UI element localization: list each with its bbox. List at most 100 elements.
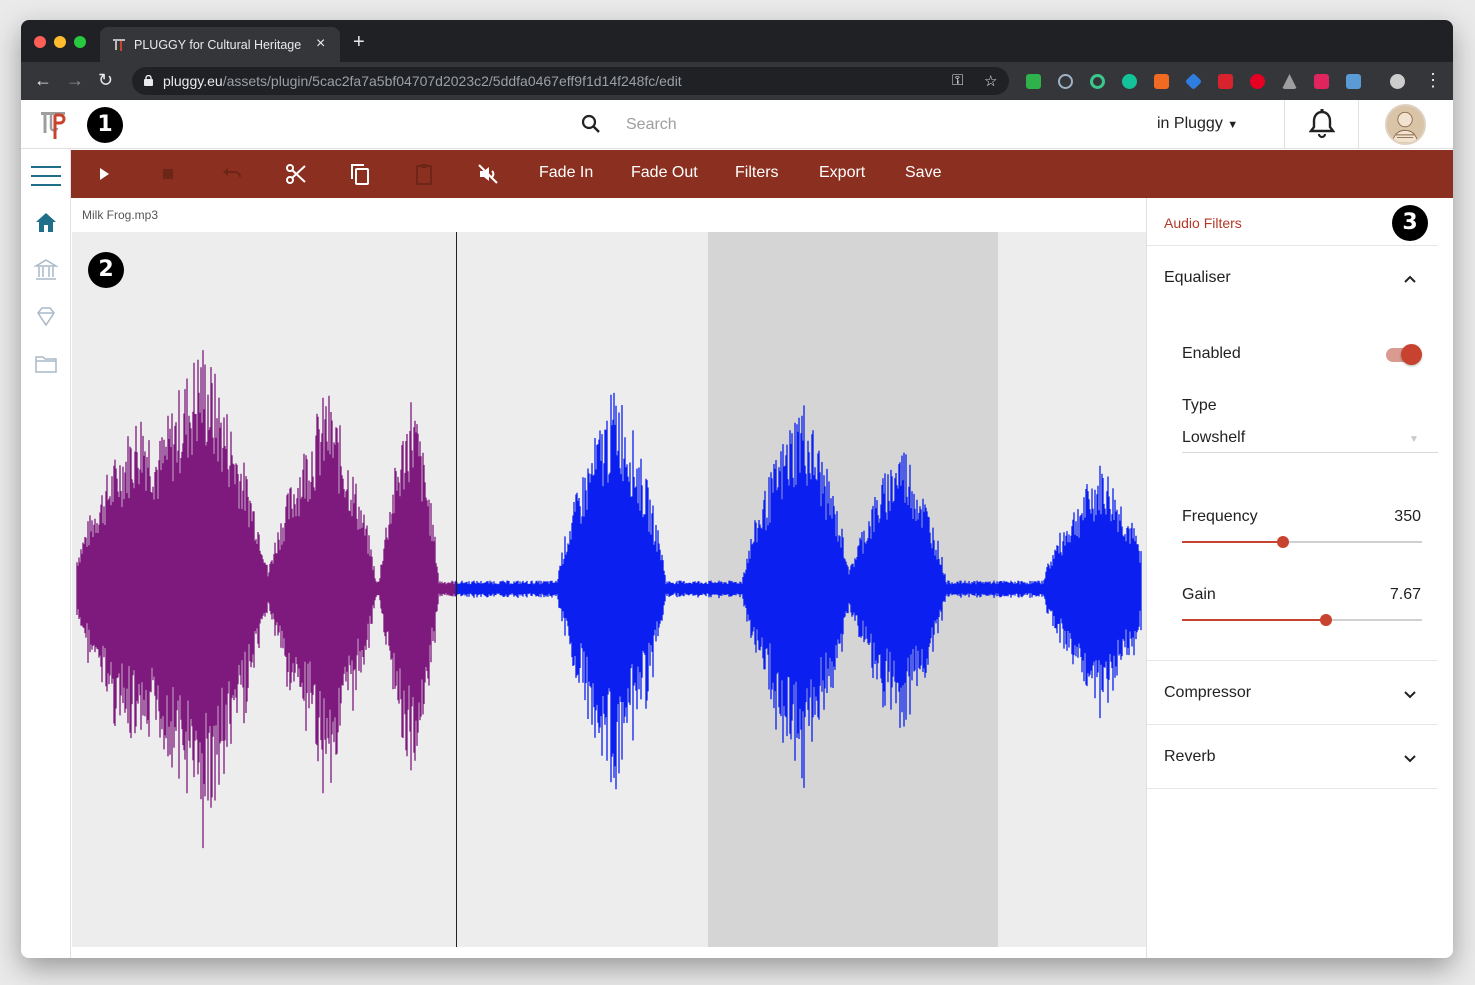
app-header: 1 in Pluggy ▼	[21, 100, 1453, 149]
audio-filters-panel: Audio Filters 3 Equaliser Enabled Type L…	[1146, 198, 1438, 958]
select-caret-icon[interactable]: ▼	[1409, 434, 1419, 445]
chevron-down-icon[interactable]	[1402, 686, 1418, 702]
fade-in-button[interactable]: Fade In	[539, 164, 593, 182]
docs-extension-icon[interactable]	[1346, 74, 1361, 89]
waveform-played-portion	[76, 350, 456, 849]
audio-filters-title: Audio Filters	[1164, 215, 1242, 231]
header-divider	[1358, 100, 1359, 149]
user-avatar[interactable]	[1385, 104, 1426, 145]
url-bar[interactable]: pluggy.eu/assets/plugin/5cac2fa7a5bf0470…	[132, 67, 1009, 95]
gain-slider-thumb[interactable]	[1320, 614, 1332, 626]
sc-extension-icon[interactable]	[1154, 74, 1169, 89]
url-domain: pluggy.eu	[163, 73, 223, 89]
waveform-unplayed-portion	[455, 392, 1142, 790]
export-button[interactable]: Export	[819, 164, 865, 182]
address-toolbar: ← → ↻ pluggy.eu/assets/plugin/5cac2fa7a5…	[21, 62, 1453, 100]
gain-value: 7.67	[1389, 586, 1421, 603]
forward-arrow-icon[interactable]: →	[66, 70, 84, 90]
callout-marker-1: 1	[87, 107, 123, 143]
gain-label: Gain	[1182, 586, 1216, 603]
copy-icon[interactable]	[348, 162, 372, 186]
audio-file-name: Milk Frog.mp3	[82, 208, 159, 222]
editor-footer	[72, 947, 1146, 958]
notification-bell-icon[interactable]	[1309, 109, 1335, 139]
frequency-slider-fill	[1182, 541, 1283, 543]
playback-cursor[interactable]	[456, 232, 457, 947]
frequency-slider-thumb[interactable]	[1276, 536, 1289, 548]
mute-speaker-icon[interactable]	[476, 162, 500, 186]
tab-strip: PLUGGY for Cultural Heritage × +	[21, 20, 1453, 62]
equaliser-header[interactable]: Equaliser	[1164, 269, 1231, 287]
callout-marker-3: 3	[1392, 205, 1428, 241]
search-icon[interactable]	[581, 114, 601, 134]
callout-marker-2: 2	[88, 252, 124, 288]
pluggy-favicon-icon	[113, 39, 125, 51]
gain-slider-fill	[1182, 619, 1326, 621]
lock-icon	[144, 75, 153, 86]
chevron-down-icon[interactable]	[1402, 750, 1418, 766]
diamond-icon[interactable]	[33, 304, 59, 330]
more-menu-icon[interactable]: ⋮	[1424, 70, 1442, 90]
chevron-up-icon[interactable]	[1402, 271, 1418, 287]
frequency-label: Frequency	[1182, 508, 1258, 525]
museum-icon[interactable]	[33, 257, 59, 283]
bookmark-star-icon[interactable]: ☆	[984, 72, 997, 90]
key-icon[interactable]: ⚿	[952, 72, 963, 89]
reload-icon[interactable]: ↻	[98, 70, 113, 90]
stop-icon[interactable]	[156, 162, 180, 186]
enabled-toggle[interactable]	[1401, 344, 1422, 365]
frequency-slider[interactable]	[1182, 536, 1422, 548]
react-devtools-extension-icon[interactable]	[1058, 74, 1073, 89]
drive-extension-icon[interactable]	[1282, 74, 1297, 89]
folder-icon[interactable]	[33, 351, 59, 377]
undo-icon[interactable]	[220, 162, 244, 186]
caret-down-icon: ▼	[1227, 119, 1239, 131]
evernote-extension-icon[interactable]	[1026, 74, 1041, 89]
fade-out-button[interactable]: Fade Out	[631, 164, 698, 182]
paste-clipboard-icon[interactable]	[412, 162, 436, 186]
profile-icon[interactable]	[1390, 74, 1405, 89]
type-select[interactable]: Lowshelf	[1182, 429, 1245, 447]
browser-window: PLUGGY for Cultural Heritage × + ← → ↻ p…	[21, 20, 1453, 958]
cut-scissors-icon[interactable]	[284, 162, 308, 186]
save-button[interactable]: Save	[905, 164, 941, 182]
compressor-header[interactable]: Compressor	[1164, 684, 1251, 702]
avatar-face-icon	[1391, 111, 1419, 143]
zoom-window-button[interactable]	[74, 36, 86, 48]
header-divider	[1284, 100, 1285, 149]
url-text: pluggy.eu/assets/plugin/5cac2fa7a5bf0470…	[163, 73, 682, 89]
minimize-window-button[interactable]	[54, 36, 66, 48]
pluggy-logo-icon[interactable]	[39, 110, 67, 140]
close-window-button[interactable]	[34, 36, 46, 48]
home-icon[interactable]	[33, 210, 59, 236]
play-icon[interactable]	[92, 162, 116, 186]
gain-slider[interactable]	[1182, 614, 1422, 626]
filters-button[interactable]: Filters	[735, 164, 779, 182]
tab-title: PLUGGY for Cultural Heritage	[134, 38, 302, 52]
reverb-header[interactable]: Reverb	[1164, 748, 1216, 766]
type-label: Type	[1182, 397, 1217, 414]
audio-editor-toolbar: Fade In Fade Out Filters Export Save	[71, 150, 1453, 198]
grammarly-extension-icon[interactable]	[1122, 74, 1137, 89]
m-extension-icon[interactable]	[1314, 74, 1329, 89]
new-tab-button[interactable]: +	[353, 32, 365, 52]
search-scope-label: in Pluggy	[1157, 115, 1223, 132]
url-path: /assets/plugin/5cac2fa7a5bf04707d2023c2/…	[222, 73, 682, 89]
red-a-extension-icon[interactable]	[1218, 74, 1233, 89]
reverb-section[interactable]: Reverb	[1147, 724, 1438, 789]
type-select-underline	[1182, 452, 1438, 453]
hamburger-menu-icon[interactable]	[31, 163, 61, 189]
frequency-value: 350	[1394, 508, 1421, 525]
enabled-label: Enabled	[1182, 345, 1241, 362]
waveform-canvas[interactable]: 2	[72, 232, 1146, 947]
tab-close-icon[interactable]: ×	[316, 35, 325, 53]
back-arrow-icon[interactable]: ←	[34, 70, 52, 90]
circle-extension-icon[interactable]	[1090, 74, 1105, 89]
search-scope-dropdown[interactable]: in Pluggy ▼	[1157, 115, 1238, 133]
compressor-section[interactable]: Compressor	[1147, 660, 1438, 724]
pinterest-extension-icon[interactable]	[1250, 74, 1265, 89]
search-input[interactable]	[626, 112, 926, 138]
left-sidebar	[21, 149, 71, 958]
browser-tab[interactable]: PLUGGY for Cultural Heritage ×	[100, 27, 340, 62]
blue-extension-icon[interactable]	[1185, 73, 1202, 90]
